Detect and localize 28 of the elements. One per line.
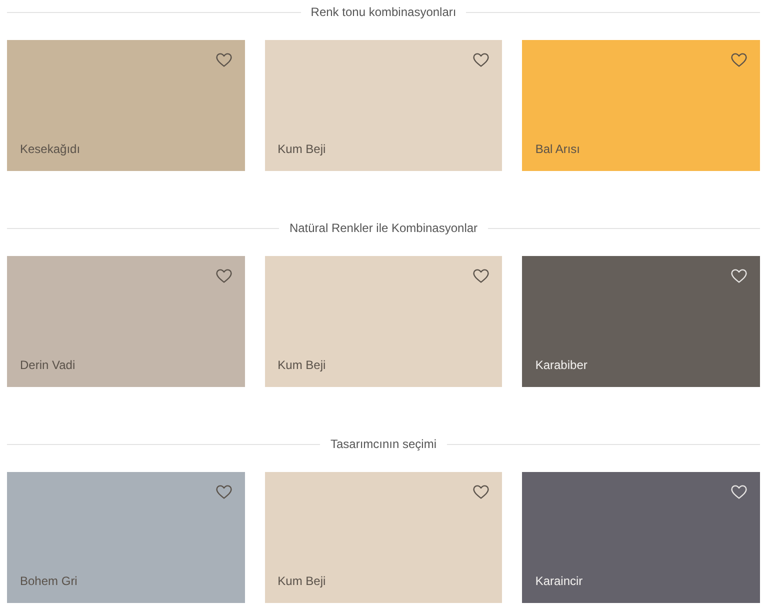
color-card[interactable]: Derin Vadi bbox=[7, 256, 245, 387]
color-card[interactable]: Kesekağıdı bbox=[7, 40, 245, 171]
color-name: Karaincir bbox=[535, 573, 583, 589]
heart-icon[interactable] bbox=[216, 485, 232, 499]
heart-icon[interactable] bbox=[473, 485, 490, 499]
color-name: Kum Beji bbox=[278, 357, 326, 373]
color-card[interactable]: Karabiber bbox=[522, 256, 760, 387]
heart-icon[interactable] bbox=[216, 53, 232, 67]
color-card[interactable]: Karaincir bbox=[522, 472, 760, 603]
color-card[interactable]: Kum Beji bbox=[264, 256, 502, 387]
section-title: Tasarımcının seçimi bbox=[330, 437, 437, 451]
color-name: Kum Beji bbox=[278, 141, 326, 157]
heart-icon[interactable] bbox=[216, 269, 232, 283]
heart-icon[interactable] bbox=[473, 269, 490, 283]
color-name: Bohem Gri bbox=[20, 573, 78, 589]
section-title: Natüral Renkler ile Kombinasyonlar bbox=[289, 221, 478, 235]
color-name: Kum Beji bbox=[278, 573, 326, 589]
color-card[interactable]: Bal Arısı bbox=[522, 40, 760, 171]
color-card[interactable]: Kum Beji bbox=[264, 40, 502, 171]
color-card[interactable]: Bohem Gri bbox=[7, 472, 245, 603]
color-card[interactable]: Kum Beji bbox=[264, 472, 502, 603]
color-name: Bal Arısı bbox=[535, 141, 580, 157]
heart-icon[interactable] bbox=[731, 53, 747, 67]
heart-icon[interactable] bbox=[473, 53, 490, 67]
color-name: Karabiber bbox=[535, 357, 588, 373]
color-name: Derin Vadi bbox=[20, 357, 76, 373]
section-title: Renk tonu kombinasyonları bbox=[310, 5, 456, 19]
color-name: Kesekağıdı bbox=[20, 141, 80, 157]
